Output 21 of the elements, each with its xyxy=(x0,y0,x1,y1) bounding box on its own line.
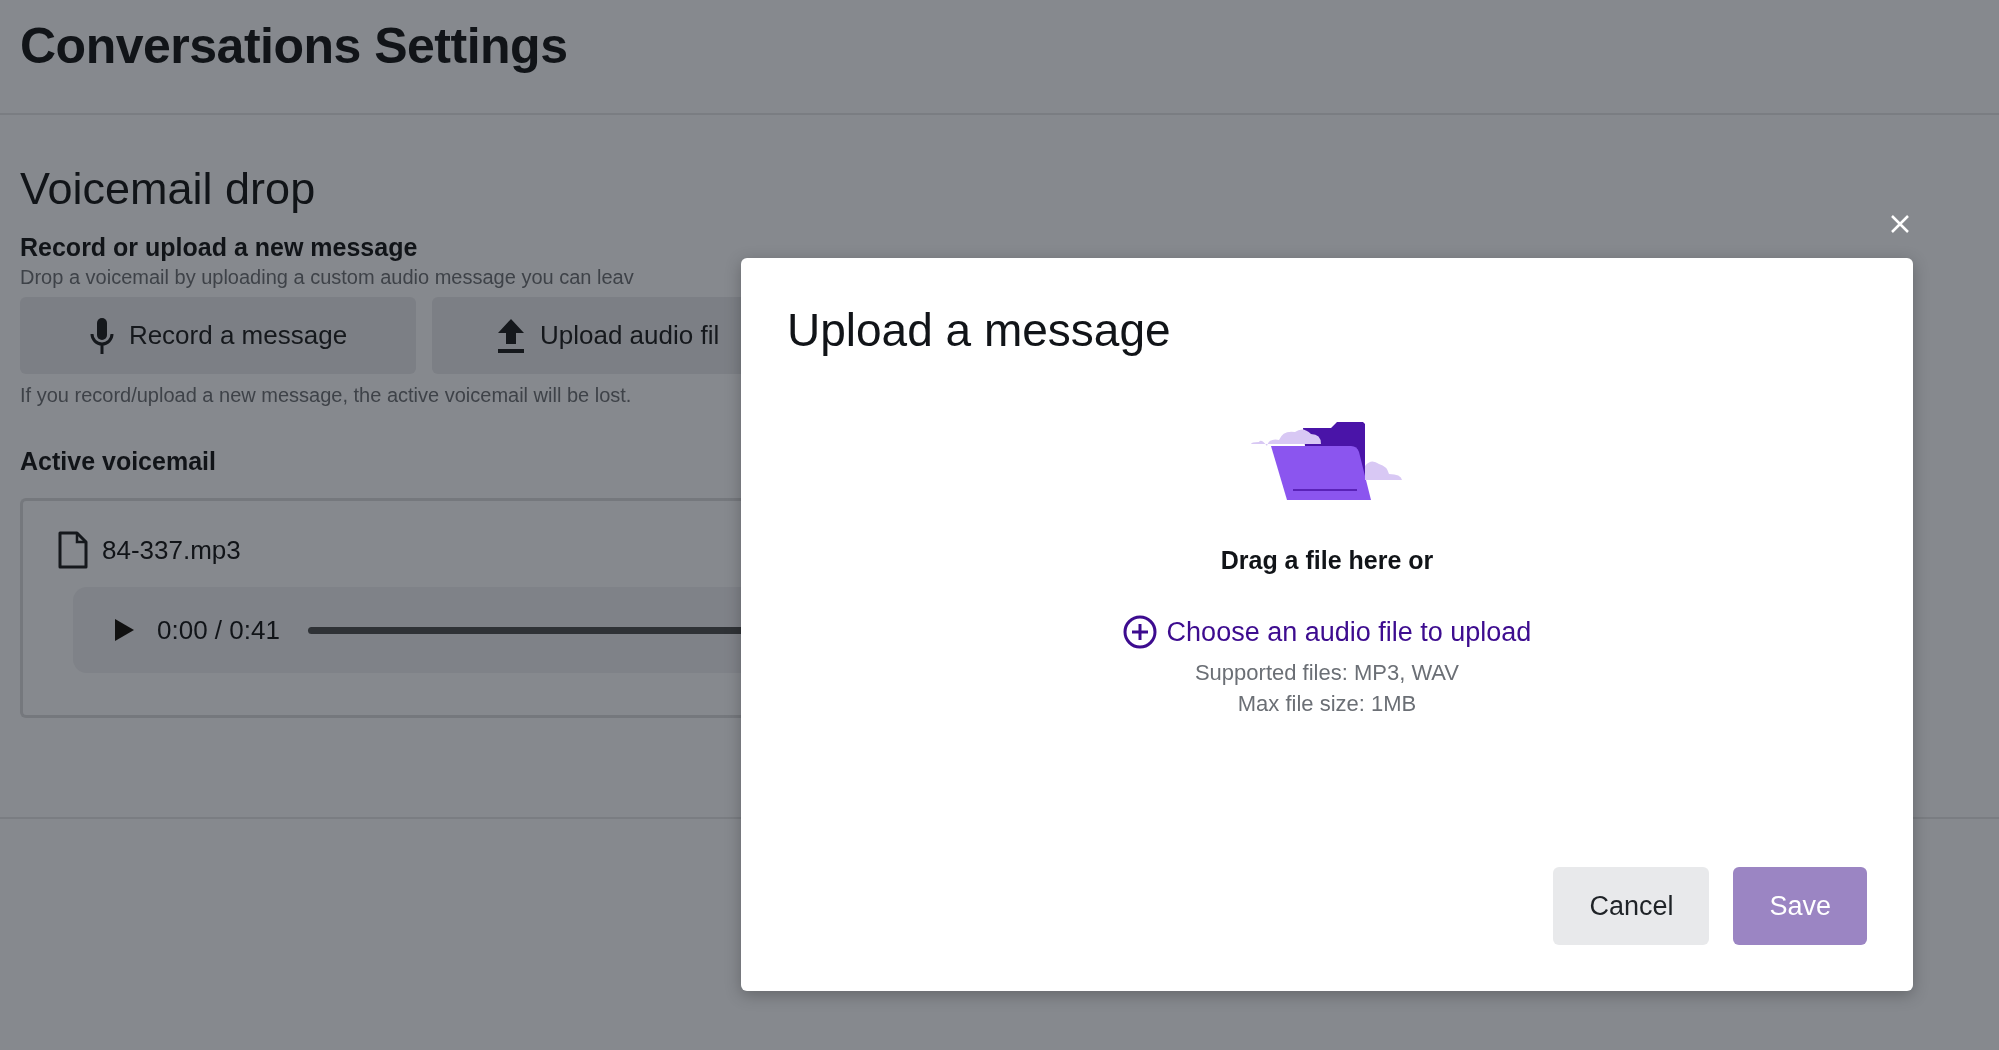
description-text: Drop a voicemail by uploading a custom audio message you can leav xyxy=(20,265,635,290)
record-button[interactable]: Record a message xyxy=(20,297,416,374)
hint-text: Max file size: 1MB xyxy=(1237,690,1417,718)
upload-icon xyxy=(496,317,526,354)
hint-text: Supported files: MP3, WAV xyxy=(1194,659,1460,687)
close-icon[interactable] xyxy=(1890,214,1910,234)
drop-prompt: Drag a file here or xyxy=(1220,546,1434,575)
warning-text: If you record/upload a new message, the active voicemail will be lost. xyxy=(20,384,633,407)
plus-circle-icon xyxy=(1122,615,1157,649)
section-heading: Voicemail drop xyxy=(20,162,317,216)
cancel-button[interactable]: Cancel xyxy=(1553,867,1710,945)
play-icon[interactable] xyxy=(113,618,135,642)
dialog-title: Upload a message xyxy=(787,303,1172,358)
microphone-icon xyxy=(88,316,115,355)
file-name: 84-337.mp3 xyxy=(102,534,241,566)
playback-time: 0:00 / 0:41 xyxy=(157,614,280,646)
choose-file-link[interactable]: Choose an audio file to upload xyxy=(1122,615,1532,649)
subheading: Active voicemail xyxy=(20,447,217,476)
subheading: Record or upload a new message xyxy=(20,232,419,263)
file-icon xyxy=(58,531,88,569)
page-title: Conversations Settings xyxy=(20,17,569,76)
